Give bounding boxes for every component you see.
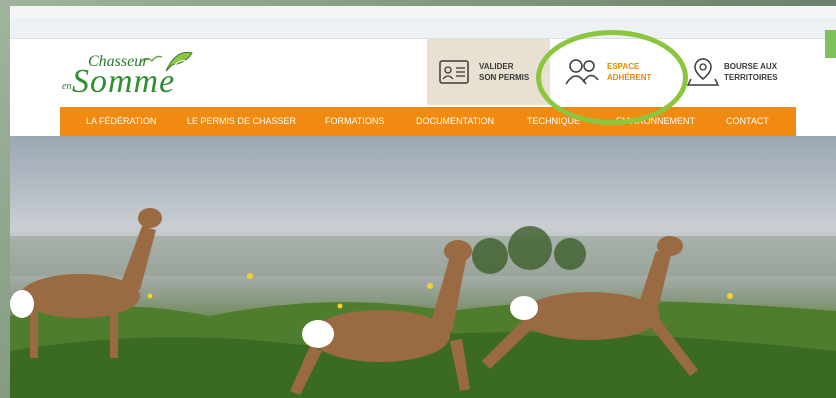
site-header: Chasseur en Somme VALIDER SON PERMIS ESP… xyxy=(10,39,836,105)
browser-page: Chasseur en Somme VALIDER SON PERMIS ESP… xyxy=(10,6,836,398)
nav-item-contact[interactable]: CONTACT xyxy=(726,107,769,136)
map-pin-icon xyxy=(686,57,720,87)
logo-text-somme: Somme xyxy=(72,63,176,100)
nav-item-permis[interactable]: LE PERMIS DE CHASSER xyxy=(187,107,296,136)
side-tab[interactable] xyxy=(825,30,836,58)
main-nav: LA FÉDÉRATION LE PERMIS DE CHASSER FORMA… xyxy=(60,107,796,136)
bourse-territoires-label: BOURSE AUX TERRITOIRES xyxy=(724,62,778,82)
valider-permis-link[interactable]: VALIDER SON PERMIS xyxy=(437,57,549,87)
highlight-circle-annotation xyxy=(536,30,688,125)
browser-address-bar[interactable] xyxy=(10,18,836,39)
bourse-territoires-link[interactable]: BOURSE AUX TERRITOIRES xyxy=(686,57,794,87)
nav-item-formations[interactable]: FORMATIONS xyxy=(325,107,384,136)
site-logo[interactable]: Chasseur en Somme xyxy=(62,43,232,103)
logo-text-en: en xyxy=(62,81,72,92)
nav-item-federation[interactable]: LA FÉDÉRATION xyxy=(86,107,156,136)
deer-illustration xyxy=(10,208,836,398)
id-card-icon xyxy=(437,57,471,87)
nav-item-documentation[interactable]: DOCUMENTATION xyxy=(416,107,494,136)
hero-image xyxy=(10,136,836,398)
